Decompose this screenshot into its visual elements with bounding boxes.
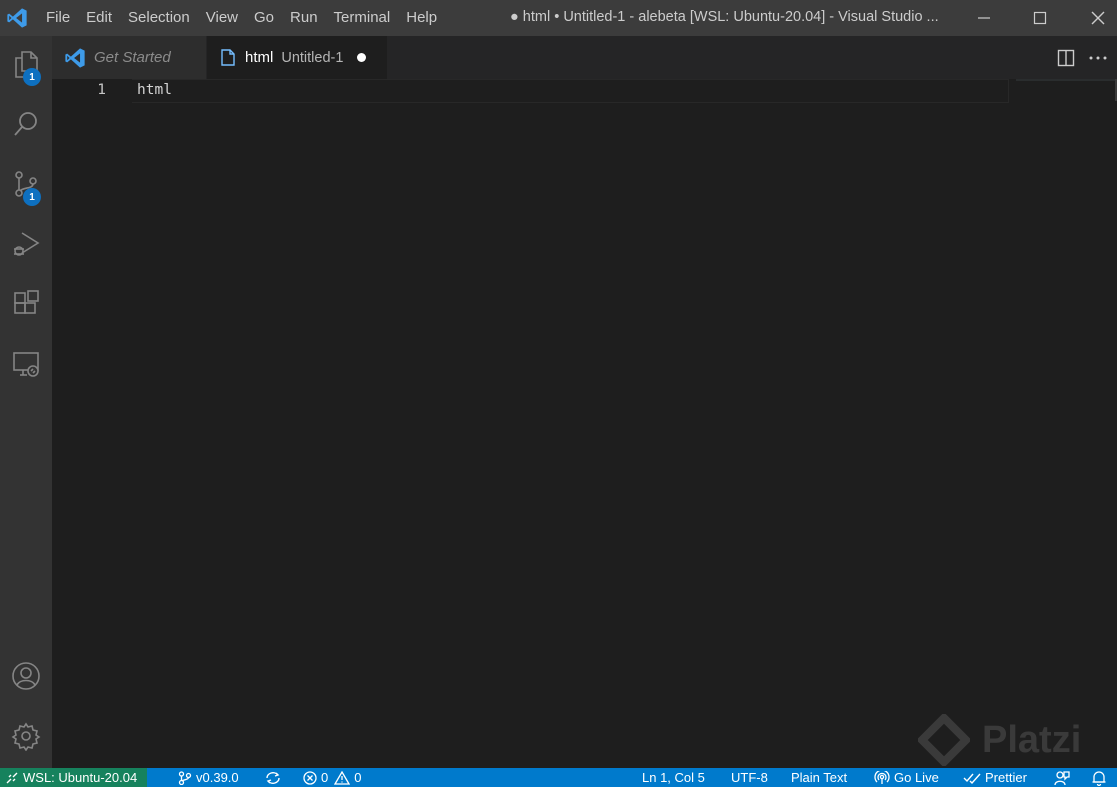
menu-go[interactable]: Go — [246, 0, 282, 36]
minimize-button[interactable] — [961, 0, 1007, 36]
vscode-logo-icon — [0, 0, 28, 36]
tab-untitled-1[interactable]: html Untitled-1 — [207, 36, 387, 79]
unsaved-dot-icon[interactable] — [357, 53, 367, 62]
tab-file-description: Untitled-1 — [281, 49, 344, 66]
platzi-watermark: Platzi — [918, 714, 1081, 766]
status-bar: WSL: Ubuntu-20.04 v0.39.0 0 0 Ln 1, Col … — [0, 768, 1117, 787]
extensions-button[interactable] — [0, 282, 52, 330]
menu-help[interactable]: Help — [398, 0, 445, 36]
code-line[interactable]: html — [137, 82, 172, 98]
prettier-indicator[interactable]: Prettier — [963, 768, 1027, 787]
tab-bar: Get Started html Untitled-1 — [52, 36, 1117, 79]
accounts-button[interactable] — [0, 654, 52, 702]
sync-button[interactable] — [264, 768, 286, 787]
branch-indicator[interactable]: v0.39.0 — [178, 768, 239, 787]
menu-view[interactable]: View — [198, 0, 246, 36]
search-icon — [11, 109, 41, 144]
language-mode-selector[interactable]: Plain Text — [791, 768, 847, 787]
encoding-selector[interactable]: UTF-8 — [731, 768, 768, 787]
cursor-position[interactable]: Ln 1, Col 5 — [642, 768, 705, 787]
remote-icon — [6, 772, 18, 784]
source-control-button[interactable]: 1 — [0, 162, 52, 210]
prettier-label: Prettier — [985, 770, 1027, 785]
manage-button[interactable] — [0, 714, 52, 762]
tab-get-started[interactable]: Get Started — [52, 36, 206, 79]
platzi-logo-icon — [918, 714, 970, 766]
tab-get-started-label: Get Started — [94, 49, 171, 66]
remote-explorer-button[interactable] — [0, 342, 52, 390]
file-icon — [221, 49, 235, 66]
editor-area[interactable]: 1 html — [52, 79, 1117, 768]
maximize-button[interactable] — [1017, 0, 1063, 36]
feedback-button[interactable] — [1054, 768, 1074, 787]
source-control-badge: 1 — [23, 188, 41, 206]
broadcast-icon — [874, 770, 894, 785]
remote-indicator[interactable]: WSL: Ubuntu-20.04 — [0, 768, 148, 787]
title-bar: File Edit Selection View Go Run Terminal… — [0, 0, 1117, 36]
feedback-icon — [1054, 770, 1074, 786]
remote-label: WSL: Ubuntu-20.04 — [23, 770, 138, 785]
run-debug-button[interactable] — [0, 222, 52, 270]
more-icon — [1089, 55, 1107, 61]
window-title: ● html • Untitled-1 - alebeta [WSL: Ubun… — [510, 9, 939, 25]
notifications-button[interactable] — [1092, 768, 1110, 787]
minimap[interactable] — [1016, 79, 1116, 81]
account-icon — [11, 661, 41, 696]
sync-icon — [264, 771, 286, 785]
menu-edit[interactable]: Edit — [78, 0, 120, 36]
menu-terminal[interactable]: Terminal — [326, 0, 399, 36]
double-check-icon — [963, 772, 985, 784]
warning-count: 0 — [354, 770, 362, 785]
current-line-highlight — [132, 79, 1009, 103]
line-number: 1 — [97, 82, 106, 98]
split-editor-button[interactable] — [1052, 36, 1080, 79]
go-live-button[interactable]: Go Live — [874, 768, 939, 787]
remote-explorer-icon — [11, 349, 41, 384]
extensions-icon — [11, 289, 41, 324]
warning-icon — [334, 770, 354, 785]
explorer-badge: 1 — [23, 68, 41, 86]
close-window-button[interactable] — [1075, 0, 1117, 36]
activity-bar: 1 1 — [0, 36, 52, 768]
problems-indicator[interactable]: 0 0 — [303, 768, 361, 787]
error-icon — [303, 770, 321, 785]
more-actions-button[interactable] — [1084, 36, 1112, 79]
run-debug-icon — [11, 229, 41, 264]
gear-icon — [11, 721, 41, 756]
git-branch-icon — [178, 770, 196, 785]
search-button[interactable] — [0, 102, 52, 150]
menu-run[interactable]: Run — [282, 0, 326, 36]
tab-file-name: html — [245, 49, 274, 66]
menu-file[interactable]: File — [38, 0, 78, 36]
explorer-button[interactable]: 1 — [0, 42, 52, 90]
bell-icon — [1092, 770, 1110, 786]
branch-label: v0.39.0 — [196, 770, 239, 785]
go-live-label: Go Live — [894, 770, 939, 785]
menu-bar: File Edit Selection View Go Run Terminal… — [38, 0, 445, 36]
vscode-tab-icon — [64, 47, 86, 69]
menu-selection[interactable]: Selection — [120, 0, 198, 36]
error-count: 0 — [321, 770, 329, 785]
platzi-watermark-text: Platzi — [982, 718, 1082, 761]
split-editor-icon — [1057, 49, 1075, 67]
